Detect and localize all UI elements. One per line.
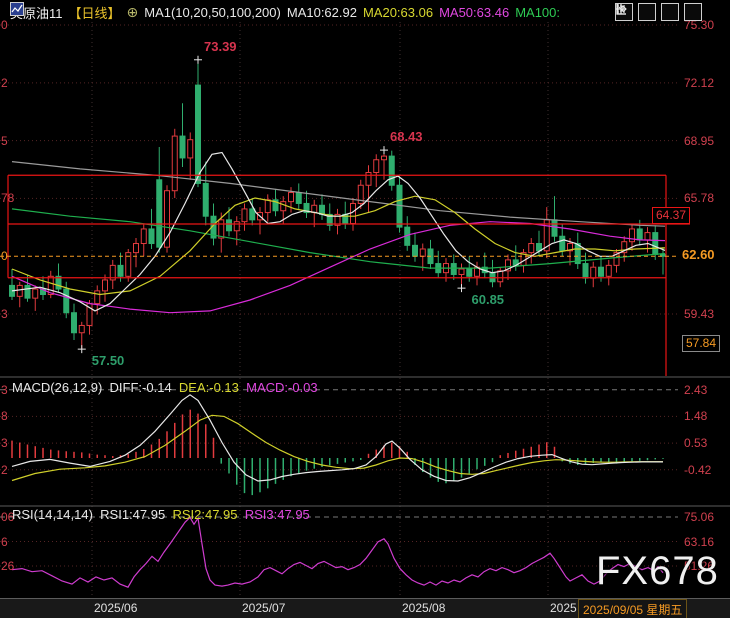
rsi-axis-partial-label: 26	[1, 559, 14, 573]
channel-mid-price-label: 64.37	[652, 207, 690, 224]
rsi3-value: RSI3:47.95	[245, 507, 310, 522]
last-price-label: 62.60	[682, 248, 715, 262]
price-axis-partial-label: 0	[1, 18, 8, 32]
macd-axis-label: 1.48	[684, 409, 707, 423]
ma-params-label: MA1(10,20,50,100,200)	[144, 5, 281, 20]
min-price-label: 57.84	[682, 335, 720, 352]
macd-dea-value: DEA:-0.13	[179, 380, 239, 395]
time-axis-label: 2025/06	[94, 601, 137, 615]
high-price-annotation: 73.39	[204, 40, 237, 54]
time-axis-label: 2025/07	[242, 601, 285, 615]
ma100-value: MA100:	[515, 5, 560, 20]
rsi-axis-partial-label: 6	[1, 535, 8, 549]
macd-macd-value: MACD:-0.03	[246, 380, 318, 395]
chart-toolbar	[615, 3, 702, 21]
rsi-label-row: RSI(14,14,14) RSI1:47.95 RSI2:47.95 RSI3…	[12, 507, 310, 522]
shift-right-icon[interactable]	[684, 3, 702, 21]
rsi-axis-label: 63.16	[684, 535, 714, 549]
macd-axis-partial-label: 3	[1, 383, 8, 397]
price-axis-label: 65.78	[684, 191, 714, 205]
ma50-value: MA50:63.46	[439, 5, 509, 20]
macd-axis-label: 0.53	[684, 436, 707, 450]
time-axis-label: 2025/08	[402, 601, 445, 615]
price-axis-partial-label: 0	[1, 249, 8, 263]
fx678-watermark: FX678	[596, 549, 719, 594]
rsi-axis-label: 75.06	[684, 510, 714, 524]
price-axis-partial-label: 2	[1, 76, 8, 90]
price-axis-label: 68.95	[684, 134, 714, 148]
macd-title: MACD(26,12,9)	[12, 380, 102, 395]
macd-diff-value: DIFF:-0.14	[110, 380, 172, 395]
y-axis-scale-icon[interactable]	[638, 3, 656, 21]
ma20-value: MA20:63.06	[363, 5, 433, 20]
rsi2-value: RSI2:47.95	[172, 507, 237, 522]
price-axis-partial-label: 5	[1, 134, 8, 148]
price-axis-label: 59.43	[684, 307, 714, 321]
rsi-title: RSI(14,14,14)	[12, 507, 93, 522]
rsi1-value: RSI1:47.95	[100, 507, 165, 522]
price-axis-partial-label: 3	[1, 307, 8, 321]
time-axis-label: 2025	[550, 601, 577, 615]
macd-axis-partial-label: 8	[1, 409, 8, 423]
add-indicator-icon[interactable]: ⊕	[127, 4, 139, 21]
high-price-annotation: 68.43	[390, 130, 423, 144]
trading-chart-window: 美原油11 【日线】 ⊕ MA1(10,20,50,100,200) MA10:…	[0, 0, 730, 618]
low-price-annotation: 57.50	[92, 354, 125, 368]
current-date-label: 2025/09/05 星期五	[578, 599, 687, 618]
x-axis-scale-icon[interactable]	[661, 3, 679, 21]
period-label[interactable]: 【日线】	[69, 3, 121, 22]
low-price-annotation: 60.85	[472, 293, 505, 307]
macd-axis-label: -0.42	[684, 463, 711, 477]
time-axis-bar: 2025/06 2025/07 2025/08 2025 2025/09/05 星期五	[0, 598, 730, 618]
ma10-value: MA10:62.92	[287, 5, 357, 20]
price-axis-partial-label: 78	[1, 191, 14, 205]
macd-axis-label: 2.43	[684, 383, 707, 397]
macd-axis-partial-label: 2	[1, 463, 8, 477]
macd-axis-partial-label: 3	[1, 436, 8, 450]
price-axis-label: 72.12	[684, 76, 714, 90]
chart-header: 美原油11 【日线】 ⊕ MA1(10,20,50,100,200) MA10:…	[10, 2, 560, 22]
macd-label-row: MACD(26,12,9) DIFF:-0.14 DEA:-0.13 MACD:…	[12, 380, 318, 395]
indicator-chart-icon	[10, 2, 24, 16]
